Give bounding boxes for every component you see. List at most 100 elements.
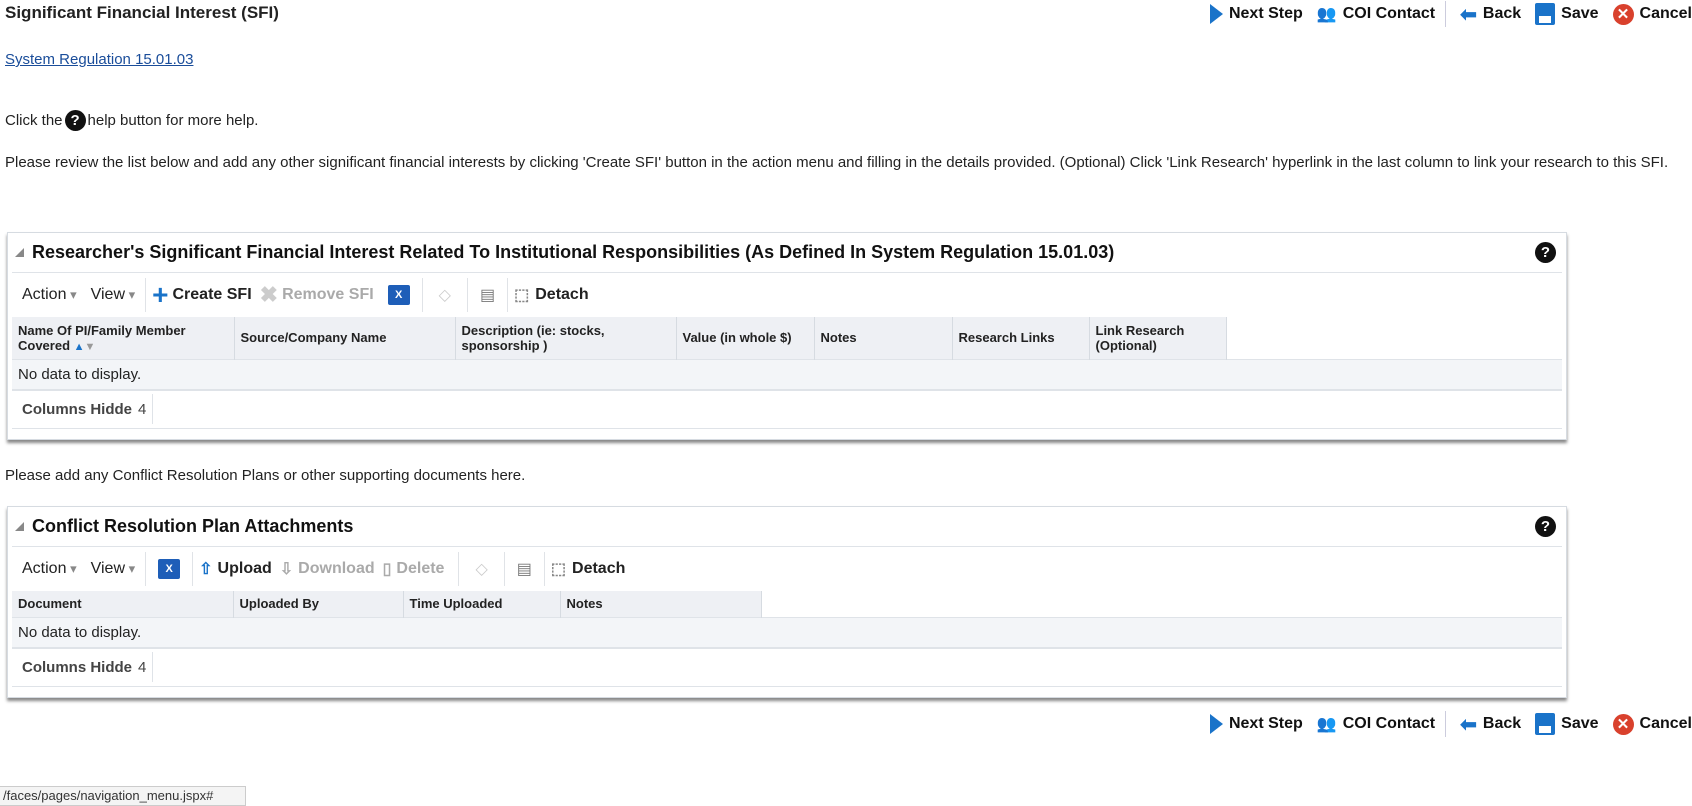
upload-icon: ⇧ bbox=[199, 561, 213, 578]
divider bbox=[145, 278, 147, 312]
eraser-icon[interactable]: ◇ bbox=[475, 559, 487, 579]
detach-button[interactable]: ⬚ Detach bbox=[551, 559, 625, 579]
column-header[interactable]: Source/Company Name bbox=[234, 317, 456, 359]
save-label: Save bbox=[1561, 5, 1599, 22]
panel-title: Conflict Resolution Plan Attachments bbox=[32, 516, 354, 536]
column-header[interactable]: Notes bbox=[814, 317, 953, 359]
view-menu[interactable]: View bbox=[81, 560, 140, 578]
save-label: Save bbox=[1561, 715, 1599, 732]
view-menu[interactable]: View bbox=[81, 286, 140, 304]
table-footer: Columns Hidde 4 bbox=[12, 391, 1562, 429]
columns-hidden-count: 4 bbox=[138, 658, 147, 676]
columns-hidden: Columns Hidde 4 bbox=[12, 652, 154, 682]
divider bbox=[145, 552, 147, 586]
coi-contact-label: COI Contact bbox=[1342, 5, 1436, 22]
detach-icon: ⬚ bbox=[514, 287, 530, 304]
cancel-icon: ✕ bbox=[1612, 713, 1634, 735]
cancel-label: Cancel bbox=[1639, 715, 1692, 732]
save-button[interactable]: Save bbox=[1535, 713, 1599, 735]
download-label: Download bbox=[298, 560, 375, 577]
cancel-icon: ✕ bbox=[1612, 3, 1634, 25]
play-arrow-icon bbox=[1209, 714, 1223, 734]
page-title: Significant Financial Interest (SFI) bbox=[5, 3, 279, 22]
eraser-icon[interactable]: ◇ bbox=[439, 285, 451, 305]
divider bbox=[1445, 1, 1447, 27]
coi-contact-button[interactable]: 👥 COI Contact bbox=[1317, 4, 1435, 24]
detach-label: Detach bbox=[572, 560, 626, 577]
divider bbox=[458, 552, 460, 586]
save-icon bbox=[1535, 3, 1556, 25]
collapse-icon[interactable] bbox=[15, 522, 24, 531]
cancel-button[interactable]: ✕ Cancel bbox=[1612, 3, 1692, 25]
play-arrow-icon bbox=[1209, 4, 1223, 24]
column-header[interactable]: Time Uploaded bbox=[403, 591, 561, 617]
next-step-label: Next Step bbox=[1228, 715, 1303, 732]
attachments-panel: Conflict Resolution Plan Attachments? Ac… bbox=[7, 506, 1567, 698]
filter-icon[interactable]: ▤ bbox=[517, 559, 532, 579]
toolbar: Action View X ⇧Upload ⇩Download ▯Delete … bbox=[12, 547, 1562, 591]
coi-contact-label: COI Contact bbox=[1342, 715, 1436, 732]
back-button[interactable]: ⬅ Back bbox=[1460, 2, 1521, 27]
export-excel-icon[interactable]: X bbox=[158, 559, 181, 579]
action-menu[interactable]: Action bbox=[12, 560, 81, 578]
sfi-table: Name Of PI/Family Member Covered ▲▼ Sour… bbox=[12, 317, 1562, 391]
table-footer: Columns Hidde 4 bbox=[12, 649, 1562, 687]
create-sfi-button[interactable]: + Create SFI bbox=[152, 281, 252, 309]
delete-button[interactable]: ▯ Delete bbox=[383, 559, 445, 579]
upload-button[interactable]: ⇧ Upload bbox=[199, 559, 272, 579]
save-button[interactable]: Save bbox=[1535, 3, 1599, 25]
filter-icon[interactable]: ▤ bbox=[480, 285, 495, 305]
delete-label: Delete bbox=[396, 560, 445, 577]
sfi-panel: Researcher's Significant Financial Inter… bbox=[7, 232, 1567, 440]
status-bar-url: /faces/pages/navigation_menu.jspx# bbox=[0, 786, 246, 806]
sort-ascending-icon[interactable]: ▲ bbox=[74, 341, 85, 353]
column-header[interactable]: Value (in whole $) bbox=[676, 317, 815, 359]
help-icon[interactable]: ? bbox=[1535, 242, 1556, 263]
column-header[interactable]: Link Research (Optional) bbox=[1089, 317, 1227, 359]
detach-label: Detach bbox=[535, 286, 589, 303]
help-icon[interactable]: ? bbox=[1535, 516, 1556, 537]
instructions: Please review the list below and add any… bbox=[5, 154, 1669, 171]
columns-hidden: Columns Hidde 4 bbox=[12, 394, 154, 424]
next-step-button[interactable]: Next Step bbox=[1209, 4, 1303, 24]
column-header[interactable]: Research Links bbox=[952, 317, 1090, 359]
save-icon bbox=[1535, 713, 1556, 735]
columns-hidden-label: Columns Hidde bbox=[22, 658, 133, 676]
upload-label: Upload bbox=[217, 560, 272, 577]
download-icon: ⇩ bbox=[279, 561, 294, 578]
back-button[interactable]: ⬅ Back bbox=[1460, 712, 1521, 737]
cancel-label: Cancel bbox=[1639, 5, 1692, 22]
column-header[interactable]: Document bbox=[12, 591, 234, 617]
toolbar: Action View +Create SFI ✖Remove SFI X ◇ … bbox=[12, 273, 1562, 317]
delete-file-icon: ▯ bbox=[382, 561, 392, 578]
divider bbox=[1445, 711, 1447, 737]
help-prefix: Click the bbox=[5, 112, 63, 129]
divider bbox=[421, 278, 423, 312]
sort-descending-icon[interactable]: ▼ bbox=[85, 341, 96, 353]
collapse-icon[interactable] bbox=[15, 248, 24, 257]
action-menu[interactable]: Action bbox=[12, 286, 81, 304]
column-header[interactable]: Name Of PI/Family Member Covered ▲▼ bbox=[12, 317, 235, 359]
download-button[interactable]: ⇩ Download bbox=[280, 559, 375, 579]
back-label: Back bbox=[1482, 5, 1522, 22]
coi-contact-button[interactable]: 👥 COI Contact bbox=[1317, 714, 1435, 734]
regulation-link[interactable]: System Regulation 15.01.03 bbox=[5, 51, 193, 68]
panel-title: Researcher's Significant Financial Inter… bbox=[32, 242, 1115, 262]
help-icon[interactable]: ? bbox=[64, 110, 86, 131]
empty-message: No data to display. bbox=[12, 358, 1562, 391]
back-arrow-icon: ⬅ bbox=[1460, 3, 1477, 26]
help-text: Click the? help button for more help. bbox=[5, 110, 258, 131]
cancel-button[interactable]: ✕ Cancel bbox=[1612, 713, 1692, 735]
remove-sfi-button[interactable]: ✖ Remove SFI bbox=[260, 282, 374, 308]
export-excel-icon[interactable]: X bbox=[387, 285, 410, 305]
columns-hidden-label: Columns Hidde bbox=[22, 400, 133, 418]
columns-hidden-count: 4 bbox=[138, 400, 147, 418]
column-header[interactable]: Uploaded By bbox=[233, 591, 404, 617]
help-suffix: help button for more help. bbox=[87, 112, 259, 129]
column-header[interactable]: Description (ie: stocks, sponsorship ) bbox=[455, 317, 677, 359]
detach-button[interactable]: ⬚ Detach bbox=[514, 285, 588, 305]
column-header[interactable]: Notes bbox=[560, 591, 762, 617]
detach-icon: ⬚ bbox=[550, 561, 567, 578]
people-icon: 👥 bbox=[1316, 6, 1337, 23]
next-step-button[interactable]: Next Step bbox=[1209, 714, 1303, 734]
